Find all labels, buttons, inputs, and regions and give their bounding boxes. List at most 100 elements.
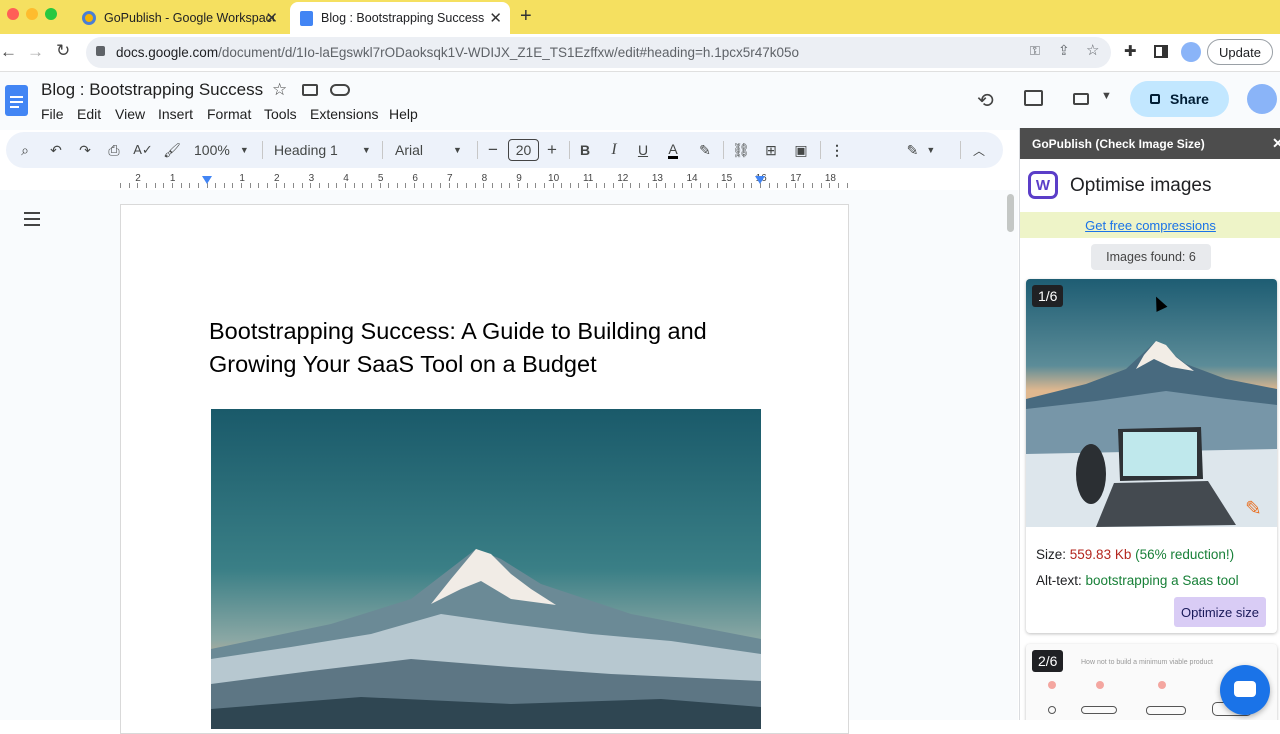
italic-icon[interactable]: I: [606, 132, 622, 168]
window-zoom-dot[interactable]: [45, 8, 57, 20]
chat-button[interactable]: [1220, 665, 1270, 715]
menu-tools[interactable]: Tools: [264, 106, 297, 122]
document-canvas[interactable]: Bootstrapping Success: A Guide to Buildi…: [0, 190, 1018, 734]
zoom-select[interactable]: 100% ▼: [194, 132, 256, 168]
ruler-tick: [846, 183, 848, 188]
redo-icon[interactable]: ↷: [75, 132, 95, 168]
account-avatar[interactable]: [1247, 84, 1277, 114]
hide-menus-chevron-up-icon[interactable]: ︿: [970, 132, 988, 168]
version-history-icon[interactable]: ⟲: [977, 88, 994, 113]
decrease-font-size-icon[interactable]: −: [485, 132, 501, 168]
more-options-icon[interactable]: ⋮: [830, 132, 844, 168]
image-counter: 1/6: [1032, 285, 1064, 307]
add-comment-icon[interactable]: ⊞: [761, 132, 781, 168]
ruler-tick: [639, 183, 640, 188]
document-title[interactable]: Blog : Bootstrapping Success: [41, 80, 263, 100]
font-family-select[interactable]: Arial ▼: [395, 132, 470, 168]
extensions-puzzle-icon[interactable]: ✚: [1124, 42, 1137, 60]
menu-file[interactable]: File: [41, 106, 64, 122]
ruler-tick: [457, 183, 459, 188]
ruler-tick: [440, 183, 442, 188]
meet-camera-icon[interactable]: [1073, 93, 1089, 105]
text-color-icon[interactable]: A: [664, 132, 682, 168]
bold-icon[interactable]: B: [577, 132, 593, 168]
ruler-number: 15: [721, 173, 733, 184]
edit-pencil-icon[interactable]: ✎: [1245, 496, 1262, 521]
browser-toolbar: ← → ↻ docs.google.com/document/d/1Io-laE…: [0, 34, 1280, 72]
profile-avatar[interactable]: [1181, 42, 1201, 62]
ruler-tick: [414, 183, 416, 188]
share-button[interactable]: Share: [1130, 81, 1229, 117]
ruler-number: 11: [582, 173, 594, 184]
mountain-illustration: [211, 409, 761, 729]
highlight-color-icon[interactable]: ✎: [696, 132, 714, 168]
forward-icon[interactable]: →: [27, 42, 44, 62]
close-icon[interactable]: ✕: [265, 9, 278, 27]
image-counter: 2/6: [1032, 650, 1064, 672]
tab-gopublish[interactable]: GoPublish - Google Workspace ✕: [74, 2, 286, 34]
insert-link-icon[interactable]: ⛓: [731, 132, 751, 168]
paragraph-style-select[interactable]: Heading 1 ▼: [274, 132, 374, 168]
tab-title: Blog : Bootstrapping Success: [321, 11, 485, 25]
ruler-tick: [163, 183, 165, 188]
address-bar[interactable]: docs.google.com/document/d/1Io-laEgswkl7…: [86, 37, 1111, 68]
ruler[interactable]: 21123456789101112131415161718: [120, 172, 848, 190]
tab-blog-doc[interactable]: Blog : Bootstrapping Success ✕: [290, 2, 510, 34]
menu-edit[interactable]: Edit: [77, 106, 101, 122]
key-icon[interactable]: ⚿: [1030, 43, 1040, 59]
new-tab-icon[interactable]: +: [520, 5, 532, 28]
search-menus-icon[interactable]: ⌕: [14, 132, 36, 168]
close-icon[interactable]: ✕: [489, 9, 502, 27]
ruler-tick: [120, 183, 121, 188]
menu-format[interactable]: Format: [207, 106, 251, 122]
move-folder-icon[interactable]: [302, 84, 318, 96]
ruler-tick: [301, 183, 303, 188]
document-heading[interactable]: Bootstrapping Success: A Guide to Buildi…: [209, 315, 769, 381]
ruler-tick: [241, 183, 243, 188]
star-icon[interactable]: ☆: [272, 80, 287, 100]
window-minimize-dot[interactable]: [26, 8, 38, 20]
spellcheck-icon[interactable]: A✓: [133, 132, 153, 168]
docs-logo-icon[interactable]: [5, 85, 28, 116]
print-icon[interactable]: ⎙: [104, 132, 124, 168]
cloud-saved-icon: [330, 84, 350, 96]
gopublish-logo-icon: W: [1028, 171, 1058, 199]
document-page[interactable]: Bootstrapping Success: A Guide to Buildi…: [120, 204, 849, 734]
comments-icon[interactable]: [1024, 90, 1043, 106]
ruler-tick: [526, 183, 528, 188]
font-size-input[interactable]: 20: [508, 132, 539, 168]
bookmark-star-icon[interactable]: ☆: [1086, 41, 1099, 59]
card-image-thumbnail[interactable]: [1026, 279, 1277, 527]
sad-face-icon: [1048, 681, 1056, 689]
ruler-tick: [379, 183, 381, 188]
update-button[interactable]: Update: [1207, 39, 1273, 65]
menu-help[interactable]: Help: [389, 106, 418, 122]
ruler-tick: [552, 183, 554, 188]
insert-image-icon[interactable]: ▣: [791, 132, 811, 168]
window-close-dot[interactable]: [7, 8, 19, 20]
vertical-scrollbar-thumb[interactable]: [1007, 194, 1014, 232]
paint-format-icon[interactable]: 🖌: [162, 132, 182, 168]
get-free-compressions-link[interactable]: Get free compressions: [1085, 218, 1216, 233]
back-icon[interactable]: ←: [0, 42, 17, 62]
promo-banner: Get free compressions: [1020, 212, 1280, 238]
reload-icon[interactable]: ↻: [56, 41, 70, 61]
ruler-tick: [500, 183, 502, 188]
ruler-tick: [803, 183, 805, 188]
menu-view[interactable]: View: [115, 106, 145, 122]
underline-icon[interactable]: U: [635, 132, 651, 168]
mountain-image[interactable]: [211, 409, 761, 729]
increase-font-size-icon[interactable]: +: [544, 132, 560, 168]
menu-extensions[interactable]: Extensions: [310, 106, 378, 122]
editing-mode-select[interactable]: ✎ ▼: [904, 132, 938, 168]
undo-icon[interactable]: ↶: [46, 132, 66, 168]
ruler-tick: [128, 183, 130, 188]
chevron-down-icon[interactable]: ▼: [1101, 90, 1112, 102]
outline-toggle-icon[interactable]: [24, 212, 40, 226]
optimize-size-button[interactable]: Optimize size: [1174, 597, 1266, 627]
menu-insert[interactable]: Insert: [158, 106, 193, 122]
ruler-tick: [751, 183, 753, 188]
close-icon[interactable]: ✕: [1272, 135, 1280, 152]
share-page-icon[interactable]: ⇪: [1058, 42, 1070, 59]
side-panel-icon[interactable]: [1154, 45, 1168, 58]
